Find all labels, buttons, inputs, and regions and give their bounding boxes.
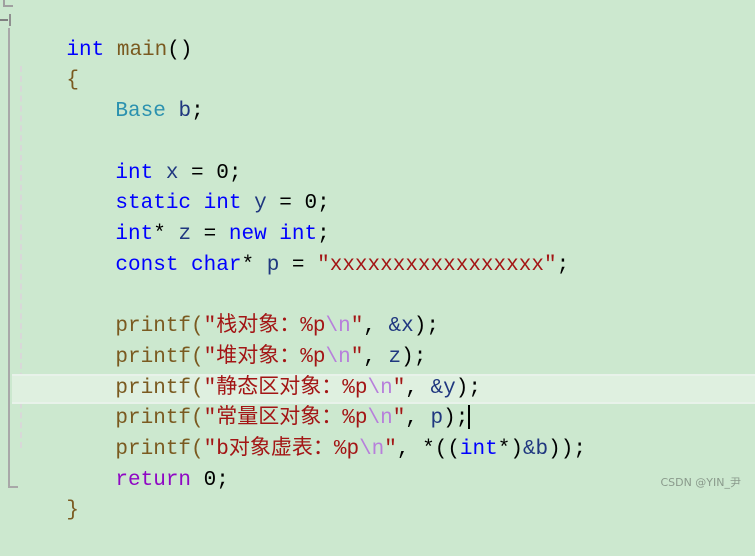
keyword: char bbox=[191, 254, 242, 277]
type-name: Base bbox=[115, 100, 166, 123]
fold-guide-top bbox=[3, 0, 13, 7]
punctuation: ; bbox=[191, 100, 204, 123]
keyword: const bbox=[115, 254, 179, 277]
escape-sequence: \n bbox=[359, 438, 385, 461]
collapse-icon[interactable] bbox=[0, 14, 11, 26]
code-line[interactable]: { bbox=[16, 36, 79, 92]
punctuation: ; bbox=[216, 469, 229, 492]
code-line-current[interactable]: printf("常量区对象：%p\n", p); bbox=[65, 374, 471, 430]
punctuation: *) bbox=[497, 438, 523, 461]
code-line[interactable]: static int y = 0; bbox=[65, 159, 329, 215]
close-brace: } bbox=[66, 499, 80, 522]
code-line[interactable]: } bbox=[16, 466, 79, 522]
code-line[interactable]: printf("堆对象：%p\n", z); bbox=[65, 313, 426, 369]
variable: p bbox=[266, 254, 280, 277]
argument: &b bbox=[522, 438, 549, 461]
code-line[interactable]: return 0; bbox=[65, 436, 228, 492]
keyword: int bbox=[459, 438, 498, 461]
operator: = bbox=[279, 254, 318, 277]
code-line[interactable]: const char* p = "xxxxxxxxxxxxxxxxx"; bbox=[65, 221, 569, 277]
code-line[interactable]: printf("静态区对象：%p\n", &y); bbox=[65, 344, 481, 400]
keyword-return: return bbox=[115, 469, 192, 492]
punctuation: () bbox=[167, 39, 193, 62]
variable: b bbox=[178, 100, 192, 123]
code-line[interactable]: printf("b对象虚表：%p\n", *((int*)&b)); bbox=[65, 405, 586, 461]
fold-guide-line bbox=[8, 28, 10, 488]
function-name: main bbox=[116, 39, 168, 62]
code-line[interactable]: int* z = new int; bbox=[65, 190, 329, 246]
code-line[interactable]: Base b; bbox=[65, 67, 203, 123]
number: 0 bbox=[203, 469, 217, 492]
punctuation: )); bbox=[548, 438, 586, 461]
string-literal: "xxxxxxxxxxxxxxxxx" bbox=[317, 254, 557, 277]
code-line[interactable]: int main() bbox=[16, 6, 192, 62]
code-line[interactable]: int x = 0; bbox=[65, 129, 241, 185]
operator: * bbox=[241, 254, 267, 277]
punctuation: ; bbox=[556, 254, 570, 277]
punctuation: , *(( bbox=[396, 438, 460, 461]
watermark: CSDN @YIN_尹 bbox=[660, 476, 741, 489]
code-editor[interactable]: int main() { Base b; int x = 0; static i… bbox=[0, 0, 755, 522]
string-quote: " bbox=[384, 438, 397, 461]
code-line[interactable]: printf("栈对象：%p\n", &x); bbox=[65, 282, 439, 338]
